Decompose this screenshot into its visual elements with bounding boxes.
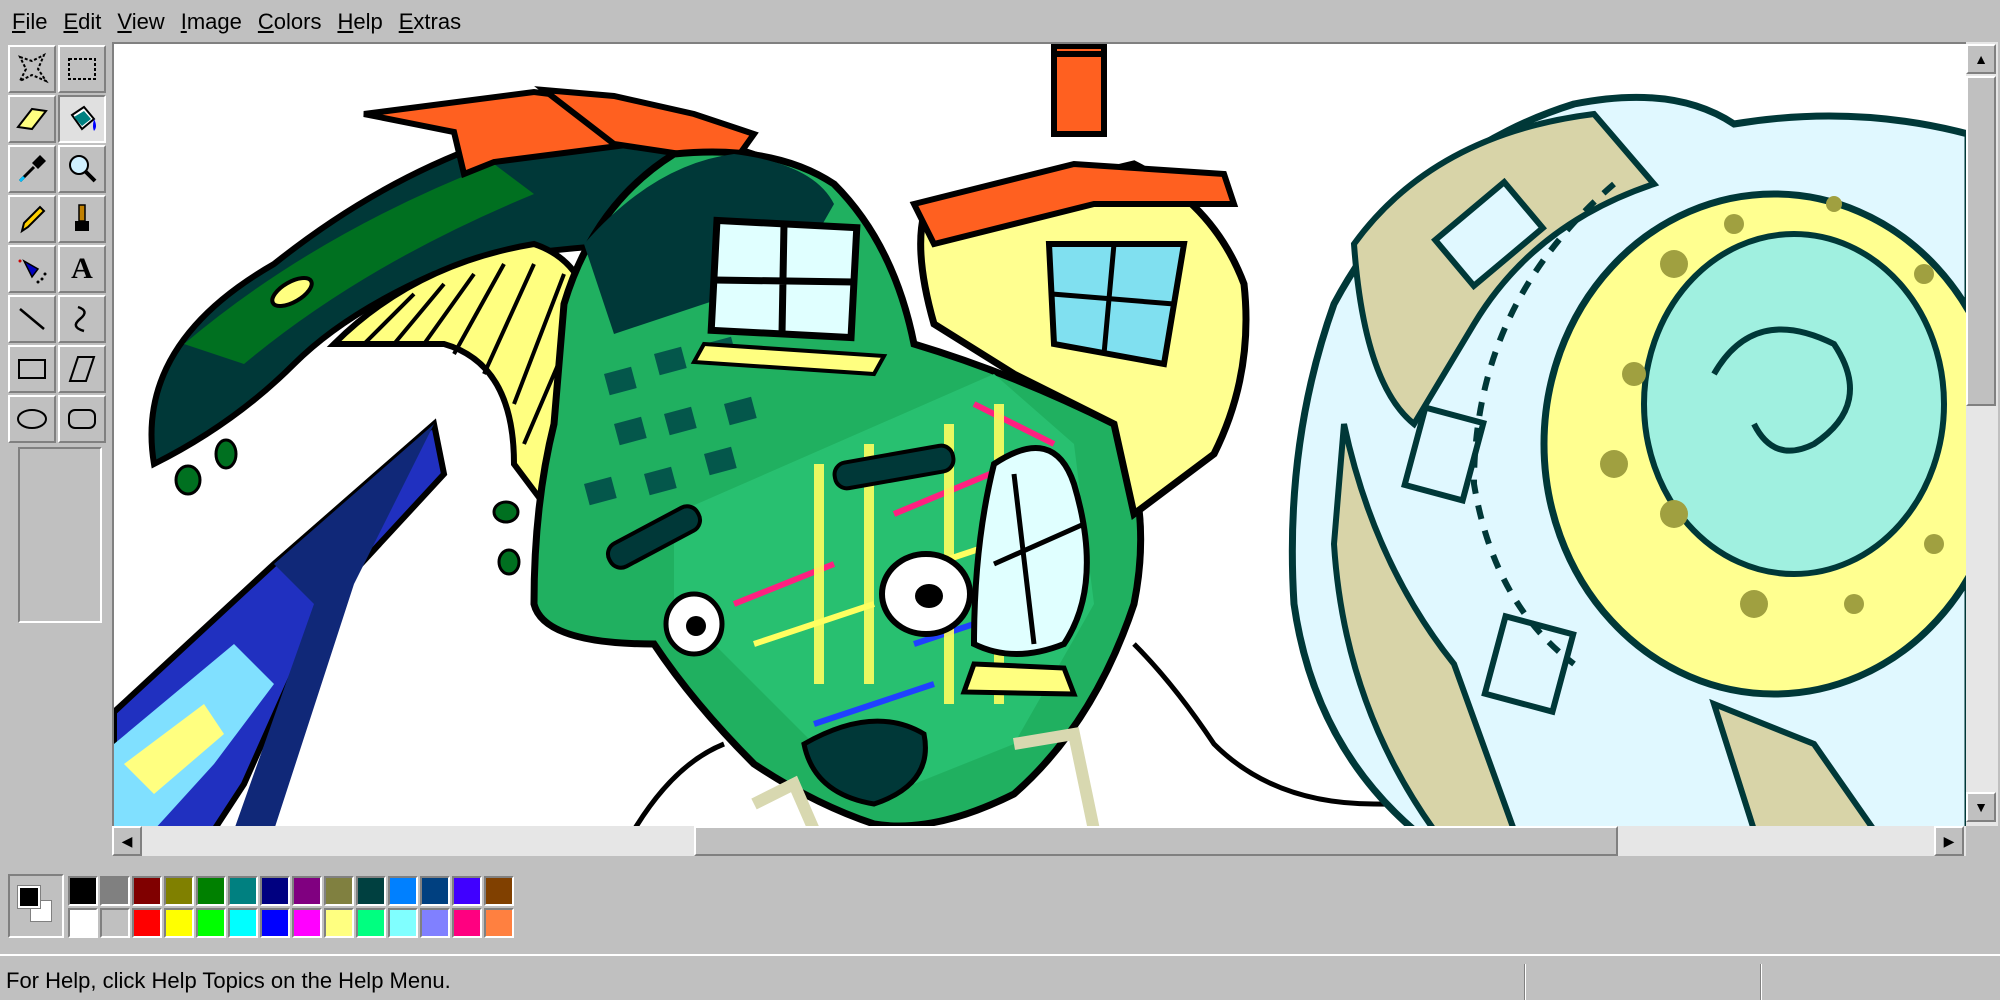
tool-options-box[interactable] — [18, 447, 102, 623]
status-separator — [1524, 964, 1526, 1000]
status-separator — [1760, 964, 1762, 1000]
tool-magnifier[interactable] — [58, 145, 106, 193]
rectangle-select-icon — [68, 58, 96, 80]
tool-rectangle-select[interactable] — [58, 45, 106, 93]
palette-swatch[interactable] — [100, 876, 130, 906]
tool-ellipse[interactable] — [8, 395, 56, 443]
tool-curve[interactable] — [58, 295, 106, 343]
menu-colors[interactable]: Colors — [250, 2, 330, 42]
palette-swatch[interactable] — [420, 908, 450, 938]
palette-swatch[interactable] — [484, 876, 514, 906]
palette-swatch[interactable] — [356, 908, 386, 938]
tool-pencil[interactable] — [8, 195, 56, 243]
palette-swatch[interactable] — [196, 908, 226, 938]
tool-airbrush[interactable] — [8, 245, 56, 293]
scroll-down-button[interactable]: ▼ — [1966, 792, 1996, 822]
magnifier-icon — [69, 155, 97, 183]
palette-swatch[interactable] — [452, 876, 482, 906]
menu-extras[interactable]: Extras — [391, 2, 469, 42]
arrow-down-icon: ▼ — [1974, 799, 1988, 815]
palette-swatch[interactable] — [324, 876, 354, 906]
tool-rounded-rectangle[interactable] — [58, 395, 106, 443]
palette-swatch[interactable] — [164, 908, 194, 938]
palette-swatch[interactable] — [452, 908, 482, 938]
scroll-up-button[interactable]: ▲ — [1966, 44, 1996, 74]
status-bar: For Help, click Help Topics on the Help … — [0, 954, 2000, 1000]
eraser-icon — [16, 107, 48, 131]
tool-eraser[interactable] — [8, 95, 56, 143]
pencil-icon — [20, 205, 46, 234]
palette-swatch[interactable] — [228, 876, 258, 906]
palette-swatch[interactable] — [164, 876, 194, 906]
menu-bar: File Edit View Image Colors Help Extras — [0, 0, 2000, 44]
palette-swatch[interactable] — [484, 908, 514, 938]
palette-swatch[interactable] — [100, 908, 130, 938]
vertical-scroll-thumb[interactable] — [1966, 76, 1996, 406]
arrow-left-icon: ◀ — [121, 832, 133, 849]
text-icon: A — [71, 252, 93, 285]
tool-line[interactable] — [8, 295, 56, 343]
airbrush-icon — [18, 259, 47, 284]
current-colors[interactable] — [8, 874, 64, 938]
line-icon — [19, 308, 45, 330]
brush-icon — [75, 204, 89, 231]
menu-view[interactable]: View — [109, 2, 172, 42]
eyedropper-icon — [18, 155, 46, 183]
arrow-up-icon: ▲ — [1974, 51, 1988, 67]
tool-text[interactable]: A — [58, 245, 106, 293]
paint-bucket-icon — [70, 105, 96, 131]
palette-swatch[interactable] — [388, 876, 418, 906]
curve-icon — [74, 305, 86, 333]
palette-swatch[interactable] — [196, 876, 226, 906]
palette-swatch[interactable] — [260, 876, 290, 906]
vertical-scrollbar[interactable]: ▲ ▼ — [1966, 42, 1998, 828]
drawing-canvas[interactable] — [112, 42, 1966, 828]
tool-free-form-select[interactable] — [8, 45, 56, 93]
scroll-left-button[interactable]: ◀ — [112, 826, 142, 856]
palette-swatch[interactable] — [356, 876, 386, 906]
arrow-right-icon: ▶ — [1943, 832, 1955, 849]
scroll-right-button[interactable]: ▶ — [1934, 826, 1964, 856]
horizontal-scrollbar[interactable]: ◀ ▶ — [112, 826, 1966, 856]
palette-swatch[interactable] — [68, 908, 98, 938]
palette-swatch[interactable] — [68, 876, 98, 906]
tool-pick-color[interactable] — [8, 145, 56, 193]
tool-fill-with-color[interactable] — [58, 95, 106, 143]
palette-swatch[interactable] — [292, 908, 322, 938]
palette-swatch[interactable] — [260, 908, 290, 938]
polygon-icon — [68, 356, 96, 382]
foreground-color — [17, 885, 41, 909]
tool-brush[interactable] — [58, 195, 106, 243]
palette-swatch[interactable] — [132, 876, 162, 906]
horizontal-scroll-thumb[interactable] — [694, 826, 1618, 856]
tool-rectangle[interactable] — [8, 345, 56, 393]
rounded-rectangle-icon — [68, 409, 96, 429]
rectangle-icon — [18, 359, 46, 379]
status-text: For Help, click Help Topics on the Help … — [6, 968, 451, 993]
palette-swatch[interactable] — [228, 908, 258, 938]
color-box — [0, 868, 2000, 944]
menu-file[interactable]: File — [4, 2, 55, 42]
menu-edit[interactable]: Edit — [55, 2, 109, 42]
scrollbar-corner — [1966, 826, 1998, 856]
tool-box: A — [6, 43, 110, 623]
free-form-select-icon — [17, 52, 49, 84]
tool-polygon[interactable] — [58, 345, 106, 393]
palette-swatch[interactable] — [324, 908, 354, 938]
menu-help[interactable]: Help — [329, 2, 390, 42]
ellipse-icon — [17, 409, 47, 429]
palette-swatch[interactable] — [292, 876, 322, 906]
menu-image[interactable]: Image — [173, 2, 250, 42]
canvas-artwork — [114, 44, 1966, 828]
palette-swatch[interactable] — [420, 876, 450, 906]
palette-swatch[interactable] — [132, 908, 162, 938]
palette-swatch[interactable] — [388, 908, 418, 938]
